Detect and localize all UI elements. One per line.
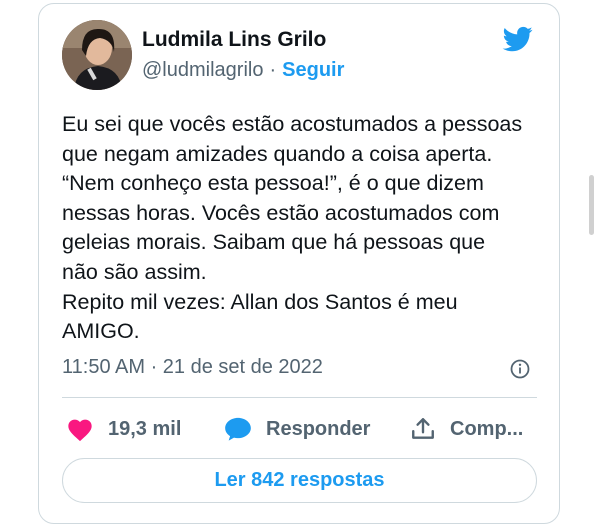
avatar-image [62, 20, 132, 90]
share-label: Comp... [450, 417, 524, 440]
reply-button[interactable]: Responder [224, 414, 370, 444]
tweet-line: Repito mil vezes: Allan dos Santos é meu [62, 289, 458, 314]
share-button[interactable]: Comp... [410, 414, 523, 444]
separator-dot: · [269, 59, 277, 81]
like-button[interactable]: 19,3 mil [66, 414, 181, 444]
heart-icon [68, 419, 92, 442]
follow-button[interactable]: Seguir [282, 59, 344, 81]
read-replies-button[interactable]: Ler 842 respostas [62, 458, 537, 503]
tweet-line: nessas horas. Vocês estão acostumados co… [62, 200, 500, 225]
share-upload-icon [412, 418, 434, 439]
tweet-timestamp[interactable]: 11:50 AM · 21 de set de 2022 [62, 356, 323, 379]
author-name[interactable]: Ludmila Lins Grilo [142, 28, 326, 52]
tweet-line: não são assim. [62, 259, 207, 284]
info-icon[interactable] [510, 359, 530, 379]
divider [62, 397, 537, 398]
tweet-line: que negam amizades quando a coisa aperta… [62, 141, 493, 166]
tweet-line: AMIGO. [62, 319, 140, 344]
avatar[interactable] [62, 20, 132, 90]
tweet-text: Eu sei que vocês estão acostumados a pes… [62, 110, 542, 347]
like-count: 19,3 mil [108, 417, 182, 440]
tweet-line: “Nem conheço esta pessoa!”, é o que dize… [62, 171, 484, 196]
scrollbar[interactable] [589, 175, 594, 235]
tweet-line: geleias morais. Saibam que há pessoas qu… [62, 230, 486, 255]
twitter-bird-icon[interactable] [500, 24, 536, 54]
author-handle[interactable]: @ludmilagrilo [142, 59, 263, 81]
reply-label: Responder [266, 417, 371, 440]
tweet-line: Eu sei que vocês estão acostumados a pes… [62, 112, 523, 136]
author-handle-row: @ludmilagrilo · Seguir [142, 59, 344, 82]
speech-bubble-icon [225, 417, 251, 441]
